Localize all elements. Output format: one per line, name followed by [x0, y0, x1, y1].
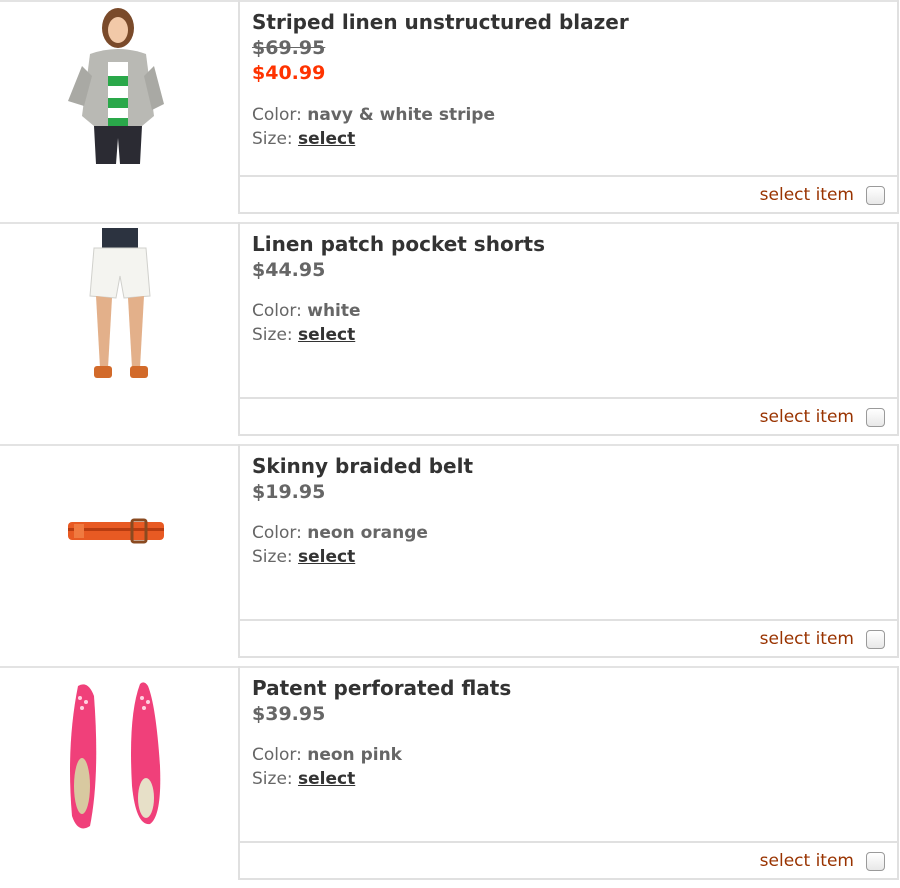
- color-label: Color:: [252, 523, 302, 543]
- size-label: Size:: [252, 129, 293, 149]
- select-item-checkbox[interactable]: [866, 629, 885, 649]
- product-card: Striped linen unstructured blazer $69.95…: [0, 0, 899, 214]
- select-item-row: select item: [240, 841, 899, 880]
- size-select-link[interactable]: select: [298, 129, 355, 149]
- product-image-cell: [0, 666, 240, 880]
- product-image[interactable]: [60, 228, 180, 388]
- color-value: white: [307, 301, 361, 321]
- color-label: Color:: [252, 301, 302, 321]
- select-item-label[interactable]: select item: [760, 851, 854, 871]
- color-label: Color:: [252, 105, 302, 125]
- select-item-label[interactable]: select item: [760, 407, 854, 427]
- product-title[interactable]: Skinny braided belt: [252, 454, 473, 478]
- product-price: $44.95: [252, 259, 326, 281]
- select-item-checkbox[interactable]: [866, 407, 885, 427]
- product-image[interactable]: [62, 512, 172, 552]
- color-value: navy & white stripe: [307, 105, 495, 125]
- product-image[interactable]: [58, 6, 178, 166]
- size-label: Size:: [252, 325, 293, 345]
- select-item-row: select item: [240, 397, 899, 436]
- size-row: Size: select: [252, 769, 355, 789]
- color-row: Color: white: [252, 301, 361, 321]
- color-label: Color:: [252, 745, 302, 765]
- product-image[interactable]: [58, 676, 178, 836]
- size-row: Size: select: [252, 129, 355, 149]
- size-row: Size: select: [252, 547, 355, 567]
- select-item-row: select item: [240, 619, 899, 658]
- product-price: $19.95: [252, 481, 326, 503]
- product-title[interactable]: Striped linen unstructured blazer: [252, 10, 629, 34]
- select-item-label[interactable]: select item: [760, 185, 854, 205]
- color-row: Color: navy & white stripe: [252, 105, 495, 125]
- product-card: Skinny braided belt $19.95 Color: neon o…: [0, 444, 899, 658]
- size-select-link[interactable]: select: [298, 547, 355, 567]
- size-select-link[interactable]: select: [298, 769, 355, 789]
- product-info: Linen patch pocket shorts $44.95 Color: …: [240, 222, 899, 397]
- color-value: neon orange: [307, 523, 428, 543]
- color-row: Color: neon orange: [252, 523, 428, 543]
- product-card: Patent perforated flats $39.95 Color: ne…: [0, 666, 899, 880]
- select-item-row: select item: [240, 175, 899, 214]
- select-item-label[interactable]: select item: [760, 629, 854, 649]
- product-image-cell: [0, 444, 240, 658]
- original-price: $69.95: [252, 37, 326, 59]
- color-value: neon pink: [307, 745, 402, 765]
- product-price: $39.95: [252, 703, 326, 725]
- product-image-cell: [0, 0, 240, 214]
- sale-price: $40.99: [252, 62, 326, 84]
- product-info: Striped linen unstructured blazer $69.95…: [240, 0, 899, 175]
- select-item-checkbox[interactable]: [866, 185, 885, 205]
- product-image-cell: [0, 222, 240, 436]
- size-row: Size: select: [252, 325, 355, 345]
- product-info: Skinny braided belt $19.95 Color: neon o…: [240, 444, 899, 619]
- color-row: Color: neon pink: [252, 745, 402, 765]
- select-item-checkbox[interactable]: [866, 851, 885, 871]
- size-select-link[interactable]: select: [298, 325, 355, 345]
- product-card: Linen patch pocket shorts $44.95 Color: …: [0, 222, 899, 436]
- size-label: Size:: [252, 769, 293, 789]
- product-title[interactable]: Patent perforated flats: [252, 676, 511, 700]
- size-label: Size:: [252, 547, 293, 567]
- product-title[interactable]: Linen patch pocket shorts: [252, 232, 545, 256]
- product-info: Patent perforated flats $39.95 Color: ne…: [240, 666, 899, 841]
